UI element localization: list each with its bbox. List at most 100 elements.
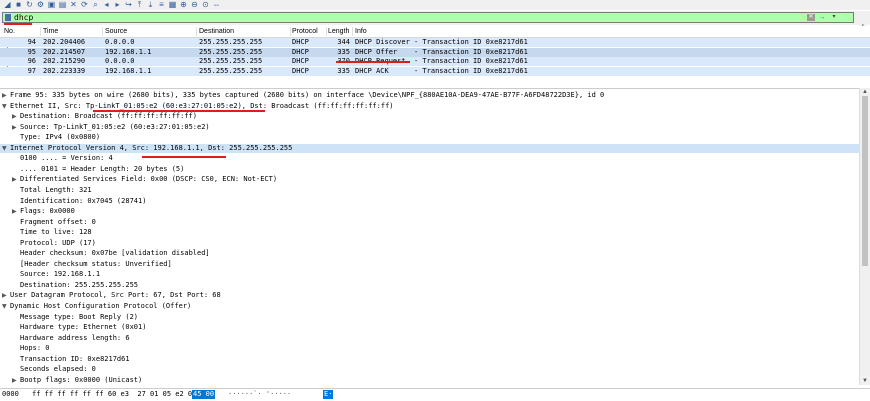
detail-tree-item[interactable]: Destination: 255.255.255.255 xyxy=(0,281,859,290)
detail-tree-item[interactable]: ▼ Internet Protocol Version 4, Src: 192.1… xyxy=(0,143,859,154)
column-header-time[interactable]: Time xyxy=(43,26,58,37)
detail-text: Internet Protocol Version 4, Src: 192.16… xyxy=(10,143,293,152)
details-scrollbar[interactable]: ▲ ▼ xyxy=(859,88,870,385)
detail-tree-item[interactable]: Identification: 0x7045 (28741) xyxy=(0,197,859,206)
detail-text: Frame 95: 335 bytes on wire (2680 bits),… xyxy=(10,91,605,99)
detail-tree-item[interactable]: Hardware address length: 6 xyxy=(0,334,859,343)
packet-row[interactable]: 94 202.204406 0.0.0.0 255.255.255.255 DHCP 34… xyxy=(0,38,870,47)
detail-tree-item[interactable]: ▶ Source: Tp-LinkT_01:05:e2 (60:e3:27:01:… xyxy=(0,123,859,132)
detail-tree-item[interactable]: ▶ User Datagram Protocol, Src Port: 67, D… xyxy=(0,291,859,300)
detail-tree-item[interactable]: ▶ Bootp flags: 0x0000 (Unicast) xyxy=(0,376,859,385)
detail-tree-item[interactable]: .... 0101 = Header Length: 20 bytes (5) xyxy=(0,165,859,174)
detail-text: [Header checksum status: Unverified] xyxy=(20,259,172,268)
bookmark-icon[interactable] xyxy=(5,14,11,21)
packet-cell-src: 192.168.1.1 xyxy=(105,66,152,75)
back-icon[interactable]: ◂ xyxy=(101,0,112,9)
detail-tree-item[interactable]: Fragment offset: 0 xyxy=(0,218,859,227)
zoom-out-icon[interactable]: ⊖ xyxy=(189,0,200,9)
shark-fin-icon[interactable]: ◢ xyxy=(2,0,13,9)
detail-text: Time to live: 128 xyxy=(20,228,92,237)
packet-row[interactable]: 95 202.214507 192.168.1.1 255.255.255.255 DH… xyxy=(0,47,870,57)
column-header-length[interactable]: Length xyxy=(328,26,349,37)
column-header-destination[interactable]: Destination xyxy=(199,26,234,37)
resize-columns-icon[interactable]: ⇔ xyxy=(211,0,222,9)
detail-tree-item[interactable]: Source: 192.168.1.1 xyxy=(0,270,859,279)
annotation-underline-ip-src xyxy=(142,156,226,158)
forward-icon[interactable]: ▸ xyxy=(112,0,123,9)
detail-text: Hardware type: Ethernet (0x01) xyxy=(20,323,147,332)
bytes-hex[interactable]: ff ff ff ff ff ff 60 e3 27 01 05 e2 08 0… xyxy=(32,389,209,400)
detail-tree-item[interactable]: ▶ Frame 95: 335 bytes on wire (2680 bits)… xyxy=(0,91,859,100)
colorize-icon[interactable]: ▦ xyxy=(167,0,178,9)
packet-cell-len: 344 xyxy=(337,38,350,46)
column-header-protocol[interactable]: Protocol xyxy=(292,26,318,37)
detail-tree-item[interactable]: Message type: Boot Reply (2) xyxy=(0,313,859,322)
collapsed-chevron-icon[interactable]: ▶ xyxy=(12,207,20,216)
clear-filter-icon[interactable]: ✕ xyxy=(807,14,815,21)
detail-tree-item[interactable]: Seconds elapsed: 0 xyxy=(0,365,859,374)
detail-tree-item[interactable]: ▶ Differentiated Services Field: 0x00 (DS… xyxy=(0,175,859,184)
detail-text: Protocol: UDP (17) xyxy=(20,238,96,247)
column-header-no[interactable]: No. xyxy=(4,26,15,37)
detail-text: Total Length: 321 xyxy=(20,185,92,194)
detail-tree-item[interactable]: ▼ Dynamic Host Configuration Protocol (Of… xyxy=(0,302,859,311)
detail-tree-item[interactable]: Header checksum: 0x07be [validation disa… xyxy=(0,249,859,258)
column-header-info[interactable]: Info xyxy=(355,26,367,37)
bytes-ascii[interactable]: ······`· '····· xyxy=(228,389,291,400)
scroll-up-icon[interactable]: ▲ xyxy=(860,88,870,96)
detail-text: User Datagram Protocol, Src Port: 67, Ds… xyxy=(10,291,221,300)
detail-tree-item[interactable]: Hops: 0 xyxy=(0,344,859,353)
detail-tree-item[interactable]: 0100 .... = Version: 4 xyxy=(0,154,859,163)
detail-tree-item[interactable]: [Header checksum status: Unverified] xyxy=(0,260,859,269)
zoom-in-icon[interactable]: ⊕ xyxy=(178,0,189,9)
detail-tree-item[interactable]: ▶ Flags: 0x0000 xyxy=(0,207,859,216)
collapsed-chevron-icon[interactable]: ▶ xyxy=(12,175,20,184)
bytes-hex-selected[interactable]: 45 00 xyxy=(192,390,216,399)
autoscroll-icon[interactable]: ≡ xyxy=(156,0,167,9)
first-icon[interactable]: ⤒ xyxy=(134,0,145,9)
collapsed-chevron-icon[interactable]: ▶ xyxy=(12,123,20,132)
expanded-chevron-icon[interactable]: ▼ xyxy=(2,102,10,111)
detail-text: Type: IPv4 (0x0800) xyxy=(20,133,101,142)
packet-row[interactable]: 97 202.223339 192.168.1.1 255.255.255.255 DH… xyxy=(0,66,870,76)
bytes-ascii-selected[interactable]: E· xyxy=(323,390,334,399)
packet-cell-time: 202.223339 xyxy=(43,66,86,75)
options-gear-icon[interactable]: ⚙ xyxy=(35,0,46,9)
detail-tree-item[interactable]: ▶ Destination: Broadcast (ff:ff:ff:ff:ff:… xyxy=(0,112,859,121)
annotation-underline-offer xyxy=(336,61,410,63)
collapsed-chevron-icon[interactable]: ▶ xyxy=(12,376,20,385)
close-file-icon[interactable]: ✕ xyxy=(68,0,79,9)
open-file-icon[interactable]: ▣ xyxy=(46,0,57,9)
detail-text: Message type: Boot Reply (2) xyxy=(20,312,139,321)
detail-tree-item[interactable]: Total Length: 321 xyxy=(0,186,859,195)
expanded-chevron-icon[interactable]: ▼ xyxy=(2,144,10,153)
detail-tree-item[interactable]: Protocol: UDP (17) xyxy=(0,239,859,248)
collapsed-chevron-icon[interactable]: ▶ xyxy=(12,112,20,121)
last-icon[interactable]: ⤓ xyxy=(145,0,156,9)
find-icon[interactable]: ⌕ xyxy=(90,0,101,9)
save-icon[interactable]: ▤ xyxy=(57,0,68,9)
packet-cell-dst: 255.255.255.255 xyxy=(199,38,263,46)
detail-tree-item[interactable]: Type: IPv4 (0x0800) xyxy=(0,133,859,142)
detail-tree-item[interactable]: Hardware type: Ethernet (0x01) xyxy=(0,323,859,332)
detail-tree-item[interactable]: Time to live: 128 xyxy=(0,228,859,237)
expanded-chevron-icon[interactable]: ▼ xyxy=(2,302,10,311)
detail-text: Fragment offset: 0 xyxy=(20,217,96,226)
filter-history-chevron-down-icon[interactable]: ▾ xyxy=(829,14,839,21)
column-header-source[interactable]: Source xyxy=(105,26,127,37)
detail-tree-item[interactable]: Transaction ID: 0xe8217d61 xyxy=(0,355,859,364)
scrollbar-thumb[interactable] xyxy=(862,96,868,266)
stop-icon[interactable]: ■ xyxy=(13,0,24,9)
restart-icon[interactable]: ↻ xyxy=(24,0,35,9)
display-filter-input[interactable]: dhcp ✕ → ▾ xyxy=(2,12,854,23)
zoom-reset-icon[interactable]: ⊙ xyxy=(200,0,211,9)
collapsed-chevron-icon[interactable]: ▶ xyxy=(2,291,10,300)
packet-cell-src: 0.0.0.0 xyxy=(105,57,135,65)
collapsed-chevron-icon[interactable]: ▶ xyxy=(2,91,10,100)
apply-filter-icon[interactable]: → xyxy=(817,14,827,21)
packet-row[interactable]: 96202.2152900.0.0.0255.255.255.255DHCP37… xyxy=(0,57,870,66)
scroll-down-icon[interactable]: ▼ xyxy=(860,377,870,385)
packet-cell-info: DHCP Offer - Transaction ID 0xe8217d61 xyxy=(355,47,528,56)
reload-icon[interactable]: ⟳ xyxy=(79,0,90,9)
goto-icon[interactable]: ↪ xyxy=(123,0,134,9)
